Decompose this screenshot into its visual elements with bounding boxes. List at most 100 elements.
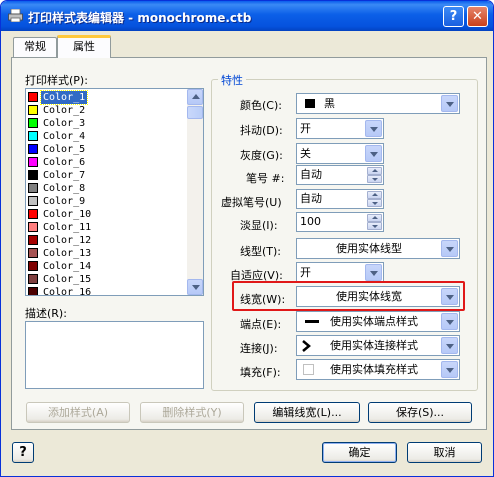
color-swatch [28, 183, 38, 193]
arrow-down-icon [372, 225, 378, 228]
arrow-up-icon [372, 193, 378, 196]
help-button[interactable]: ? [12, 442, 34, 463]
dither-dropdown[interactable]: 开 [296, 118, 384, 139]
pen-number-value: 自动 [300, 168, 322, 181]
arrow-down-icon [372, 178, 378, 181]
color-swatch [28, 274, 38, 284]
fillstyle-value: 使用实体填充样式 [330, 363, 418, 376]
window-title: 打印样式表编辑器 - monochrome.ctb [28, 11, 252, 25]
delete-style-button[interactable]: 删除样式(Y) [140, 402, 244, 423]
screening-spinner[interactable]: 100 [296, 212, 384, 232]
color-swatch [28, 170, 38, 180]
linetype-dropdown-button[interactable] [441, 240, 458, 257]
grayscale-label: 灰度(G): [240, 149, 283, 162]
joinstyle-dropdown[interactable]: 使用实体连接样式 [296, 335, 460, 356]
tab-properties[interactable]: 属性 [57, 35, 111, 58]
cancel-button[interactable]: 取消 [407, 442, 482, 463]
description-textarea[interactable] [25, 321, 204, 389]
pen-number-spinner[interactable]: 自动 [296, 165, 384, 185]
color-swatch [28, 261, 38, 271]
list-item-label: Color_2 [43, 105, 86, 116]
fillstyle-dropdown[interactable]: 使用实体填充样式 [296, 359, 460, 380]
virtual-pen-value: 自动 [300, 192, 322, 205]
printer-icon [8, 9, 23, 22]
color-swatch [28, 248, 38, 258]
print-style-table-editor-window: 打印样式表编辑器 - monochrome.ctb ? ✕ 常规 属性 打印样式… [0, 0, 494, 477]
list-item-label: Color_4 [43, 131, 86, 142]
list-item-label: Color_13 [43, 248, 92, 259]
linetype-dropdown[interactable]: 使用实体线型 [296, 238, 460, 259]
print-styles-list[interactable]: Color_1 Color_2 Color_3 Color_4 Color_5 Color… [25, 88, 204, 296]
color-swatch [28, 209, 38, 219]
fillstyle-preview-icon [303, 364, 314, 375]
save-as-button[interactable]: 保存(S)... [368, 402, 472, 423]
scroll-thumb[interactable] [187, 106, 203, 119]
tab-general[interactable]: 常规 [13, 37, 57, 57]
spin-down-button[interactable] [367, 199, 382, 207]
screening-label: 淡显(I): [240, 219, 278, 232]
spin-down-button[interactable] [367, 175, 382, 183]
arrow-down-icon [372, 202, 378, 205]
fillstyle-label: 填充(F): [240, 366, 281, 379]
scroll-up-button[interactable] [187, 89, 203, 105]
pen-number-label: 笔号 #: [246, 172, 285, 185]
print-styles-label: 打印样式(P): [25, 74, 88, 87]
spin-down-button[interactable] [367, 222, 382, 230]
adaptive-dropdown[interactable]: 开 [296, 262, 384, 283]
virtual-pen-label: 虚拟笔号(U) [221, 196, 282, 209]
color-swatch [305, 99, 315, 108]
arrow-up-icon [192, 94, 200, 99]
joinstyle-preview-icon [302, 340, 311, 352]
color-dropdown-button[interactable] [441, 95, 458, 112]
endstyle-dropdown[interactable]: 使用实体端点样式 [296, 311, 460, 332]
ok-button[interactable]: 确定 [322, 442, 397, 463]
linetype-label: 线型(T): [240, 245, 282, 258]
list-item-label: Color_5 [43, 144, 86, 155]
styles-list-scrollbar[interactable] [187, 89, 203, 295]
add-style-button[interactable]: 添加样式(A) [26, 402, 130, 423]
screening-value: 100 [300, 215, 321, 228]
color-swatch [28, 222, 38, 232]
chevron-down-icon [446, 102, 454, 107]
spin-up-button[interactable] [367, 214, 382, 222]
title-help-button[interactable]: ? [443, 6, 464, 27]
dither-label: 抖动(D): [240, 124, 283, 137]
list-item-label: Color_10 [43, 209, 92, 220]
fillstyle-dropdown-button[interactable] [441, 361, 458, 378]
close-button[interactable]: ✕ [467, 6, 488, 27]
spin-up-button[interactable] [367, 167, 382, 175]
list-item-label: Color_12 [43, 235, 92, 246]
edit-lineweights-button[interactable]: 编辑线宽(L)... [254, 402, 360, 423]
color-dropdown[interactable]: 黑 [296, 93, 460, 114]
title-bar[interactable]: 打印样式表编辑器 - monochrome.ctb ? ✕ [1, 1, 493, 31]
grayscale-dropdown-button[interactable] [365, 145, 382, 162]
list-item-label: Color_15 [43, 274, 92, 285]
color-swatch [28, 235, 38, 245]
list-item-label: Color_8 [43, 183, 86, 194]
chevron-down-icon [446, 368, 454, 373]
virtual-pen-spinner[interactable]: 自动 [296, 189, 384, 209]
list-item-label: Color_11 [43, 222, 92, 233]
spin-up-button[interactable] [367, 191, 382, 199]
color-swatch [28, 131, 38, 141]
list-item-label: Color_6 [43, 157, 86, 168]
arrow-down-icon [192, 285, 200, 290]
adaptive-dropdown-button[interactable] [365, 264, 382, 281]
adaptive-value: 开 [300, 266, 311, 279]
grayscale-value: 关 [300, 147, 311, 160]
scroll-down-button[interactable] [187, 279, 203, 295]
joinstyle-dropdown-button[interactable] [441, 337, 458, 354]
color-swatch [28, 157, 38, 167]
list-item-label: Color_9 [43, 196, 86, 207]
color-swatch [28, 287, 38, 295]
color-value: 黑 [324, 97, 335, 110]
chevron-down-icon [370, 152, 378, 157]
grayscale-dropdown[interactable]: 关 [296, 143, 384, 164]
linetype-value: 使用实体线型 [336, 242, 402, 255]
dither-dropdown-button[interactable] [365, 120, 382, 137]
list-item-label: Color_16 [43, 287, 92, 296]
endstyle-dropdown-button[interactable] [441, 313, 458, 330]
description-label: 描述(R): [25, 307, 67, 320]
joinstyle-value: 使用实体连接样式 [330, 339, 418, 352]
list-item-label: Color_1 [39, 90, 89, 105]
